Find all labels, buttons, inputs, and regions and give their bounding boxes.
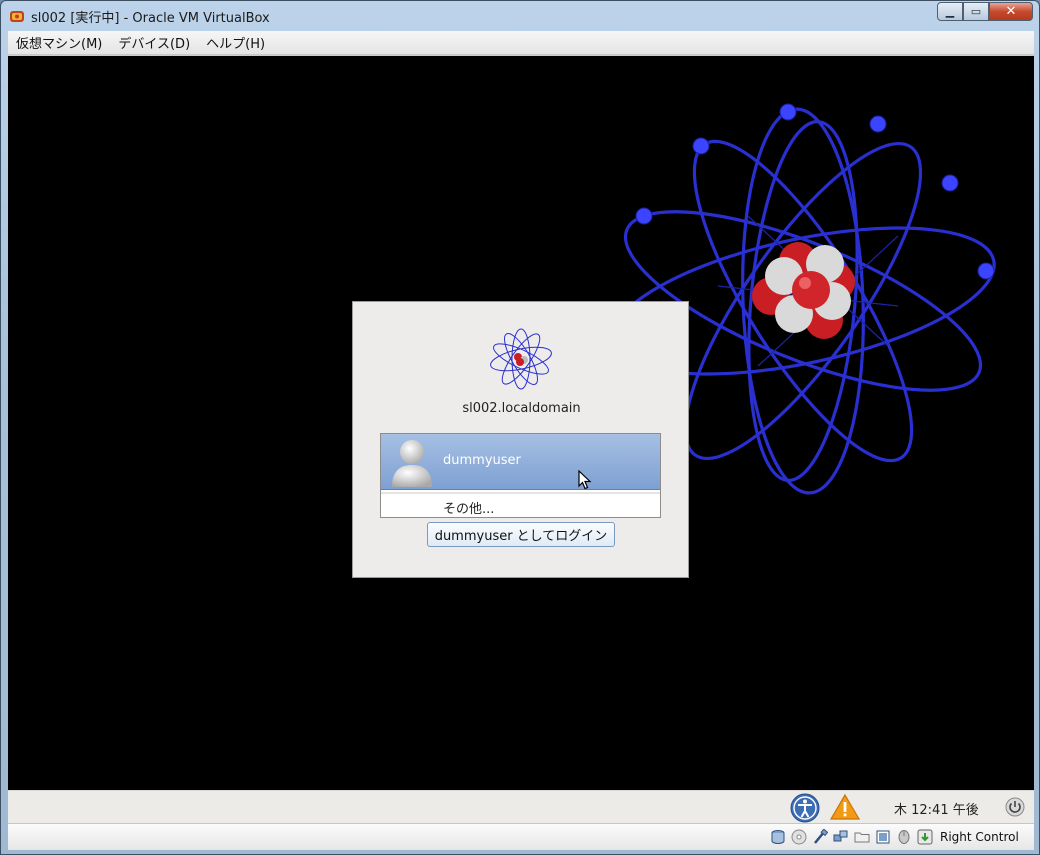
other-user-row[interactable]: その他... xyxy=(381,492,660,517)
virtualbox-app-icon xyxy=(10,11,24,22)
hard-disk-icon[interactable] xyxy=(770,829,786,845)
host-key-icon[interactable] xyxy=(917,829,933,845)
window-title: sl002 [実行中] - Oracle VM VirtualBox xyxy=(31,11,270,26)
maximize-button[interactable]: ▭ xyxy=(963,2,989,21)
mouse-integration-icon[interactable] xyxy=(896,829,912,845)
virtualbox-window: sl002 [実行中] - Oracle VM VirtualBox ▁ ▭ ✕… xyxy=(0,0,1040,855)
video-capture-icon[interactable] xyxy=(875,829,891,845)
user-list: dummyuser その他... xyxy=(380,433,661,518)
accessibility-icon[interactable] xyxy=(790,793,820,823)
title-bar[interactable]: sl002 [実行中] - Oracle VM VirtualBox ▁ ▭ ✕ xyxy=(1,1,1039,31)
menu-bar: 仮想マシン(M) デバイス(D) ヘルプ(H) xyxy=(8,31,1034,55)
list-divider xyxy=(381,492,660,494)
shared-folders-icon[interactable] xyxy=(854,829,870,845)
vm-display[interactable]: sl002.localdomain dummyuser その他... dummy… xyxy=(8,56,1034,790)
hostname-label: sl002.localdomain xyxy=(462,401,581,416)
power-icon[interactable] xyxy=(1005,797,1025,817)
minimize-button[interactable]: ▁ xyxy=(937,2,963,21)
menu-help[interactable]: ヘルプ(H) xyxy=(198,33,273,52)
network-icon[interactable] xyxy=(833,829,849,845)
host-key-label: Right Control xyxy=(940,830,1019,844)
menu-devices[interactable]: デバイス(D) xyxy=(110,33,198,52)
clock-label[interactable]: 木 12:41 午後 xyxy=(894,799,979,818)
menu-machine[interactable]: 仮想マシン(M) xyxy=(8,33,110,52)
username-label: dummyuser xyxy=(443,453,521,468)
login-dialog: sl002.localdomain dummyuser その他... dummy… xyxy=(352,301,689,578)
virtualbox-status-bar: Right Control xyxy=(8,823,1034,850)
warning-icon[interactable] xyxy=(830,793,860,821)
login-button[interactable]: dummyuser としてログイン xyxy=(427,522,615,547)
other-user-label: その他... xyxy=(443,502,495,517)
mouse-cursor-icon xyxy=(578,470,592,490)
usb-icon[interactable] xyxy=(812,829,828,845)
user-row-dummyuser[interactable]: dummyuser xyxy=(381,434,660,490)
optical-drive-icon[interactable] xyxy=(791,829,807,845)
guest-bottom-panel: 木 12:41 午後 xyxy=(8,790,1034,823)
atom-logo-icon xyxy=(490,328,552,390)
close-button[interactable]: ✕ xyxy=(989,2,1033,21)
user-avatar-icon xyxy=(392,440,432,487)
